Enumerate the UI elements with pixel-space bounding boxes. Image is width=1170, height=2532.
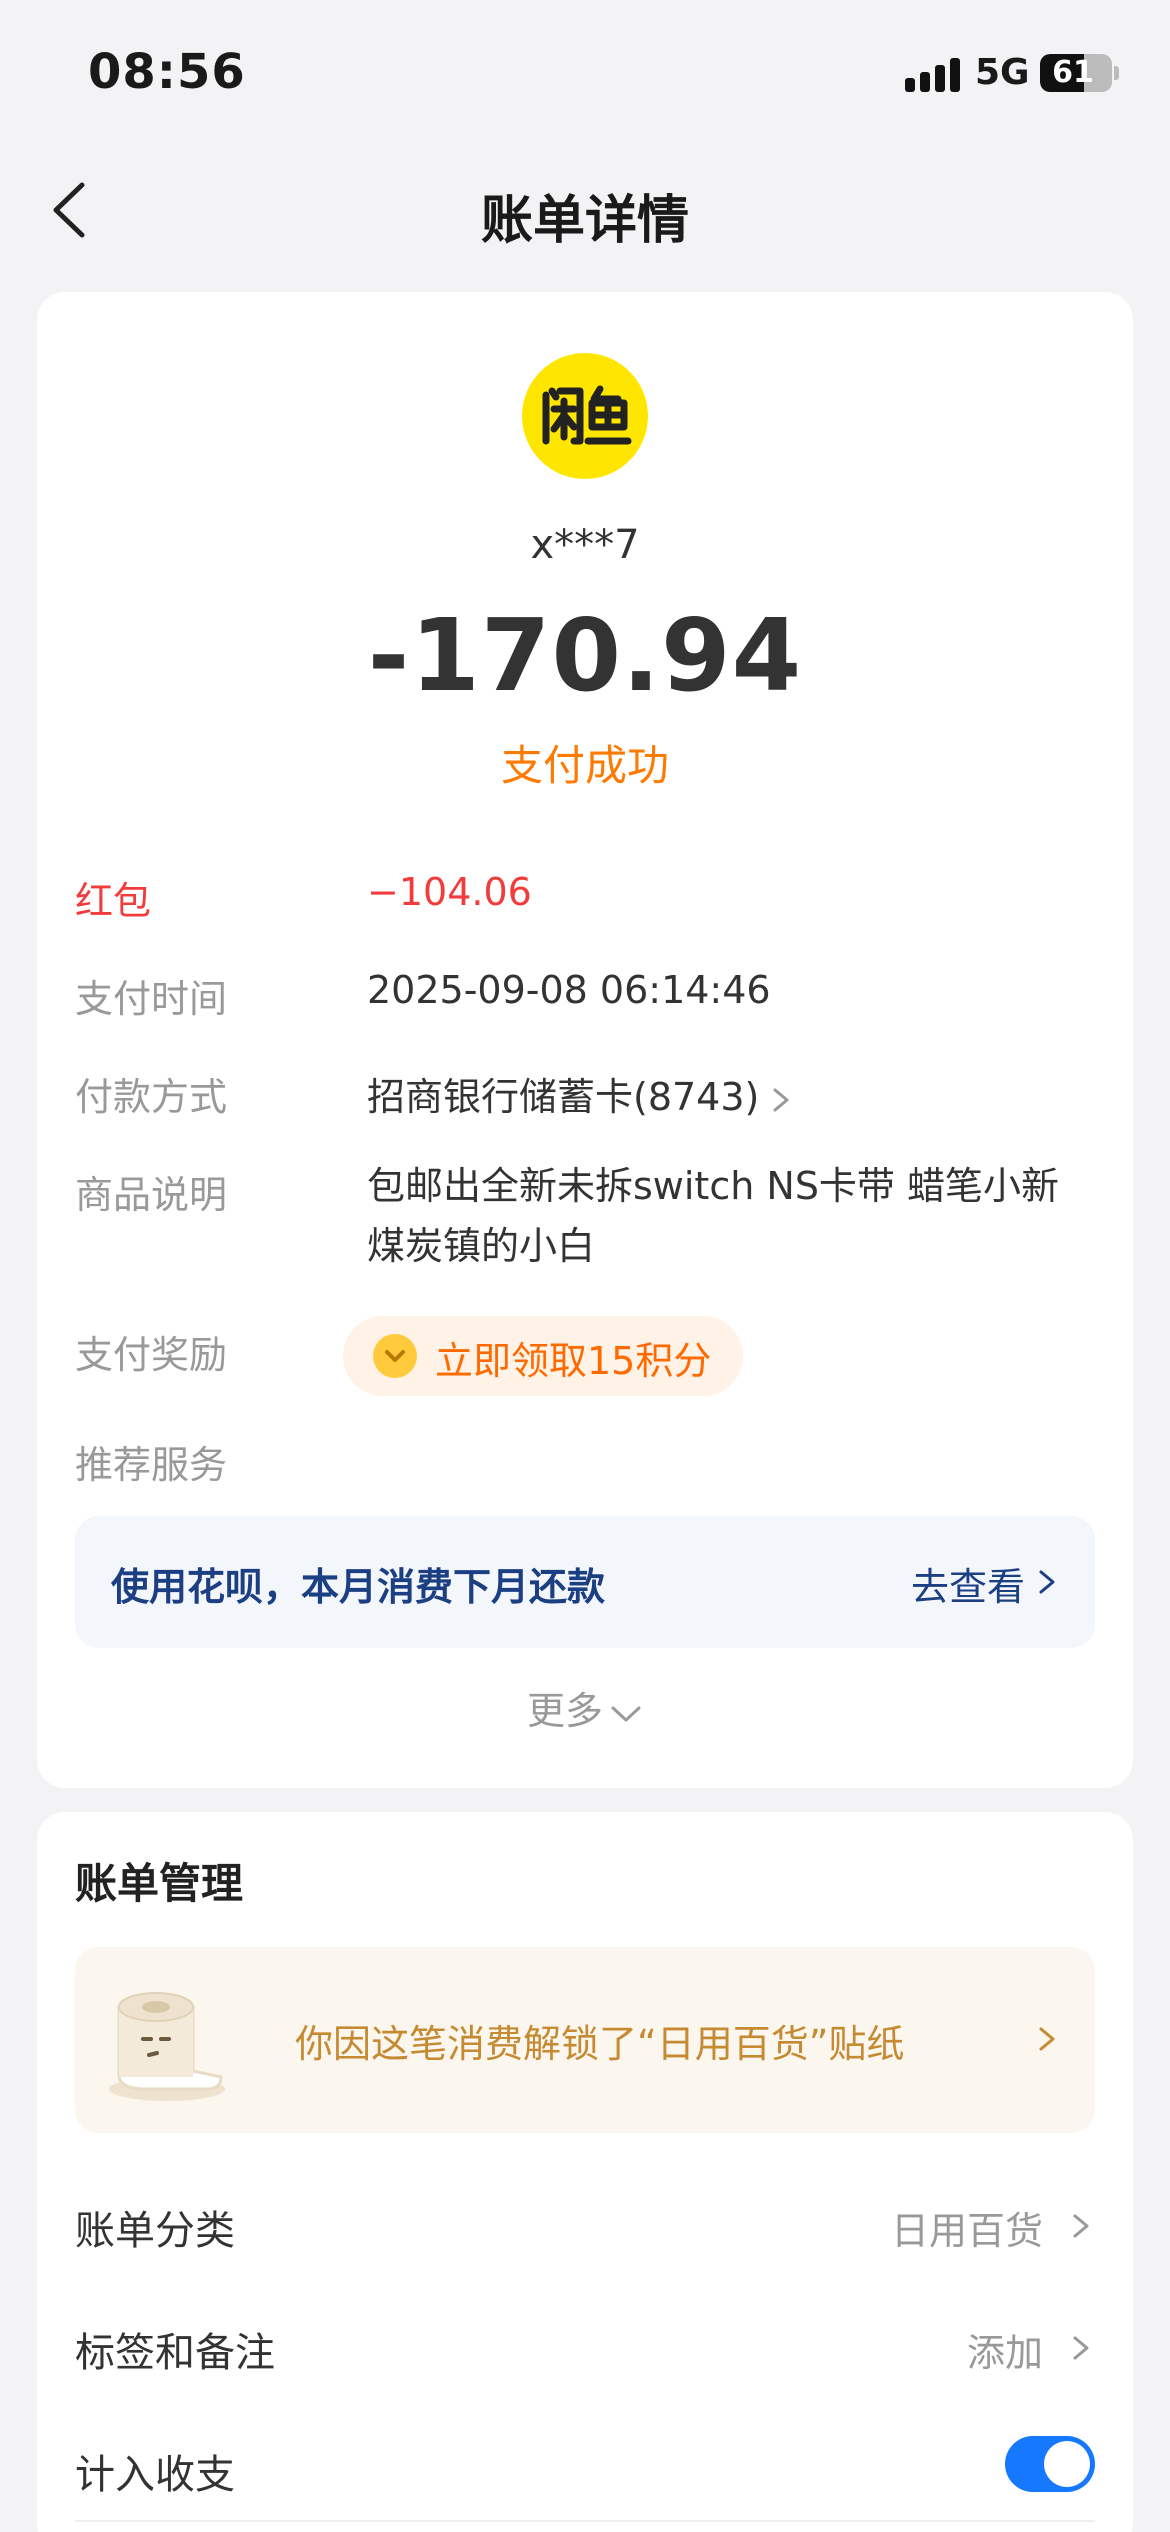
detail-value: 2025-09-08 06:14:46 — [367, 968, 771, 1012]
manage-label: 计入收支 — [75, 2452, 235, 2498]
tags-notes-row[interactable]: 标签和备注 添加 — [75, 2320, 1095, 2380]
network-label: 5G — [975, 52, 1030, 93]
status-time: 08:56 — [88, 44, 246, 100]
status-bar: 08:56 5G 61 — [0, 0, 1170, 150]
detail-value: 招商银行储蓄卡(8743) — [367, 1075, 760, 1119]
divider — [75, 2520, 1095, 2522]
payment-status: 支付成功 — [500, 741, 669, 790]
huabei-banner[interactable]: 使用花呗，本月消费下月还款 去查看 — [75, 1516, 1095, 1648]
detail-value: 包邮出全新未拆switch NS卡带 蜡笔小新 煤炭镇的小白 — [367, 1164, 1060, 1268]
include-in-budget-row: 计入收支 — [75, 2436, 1095, 2502]
claim-points-button[interactable]: 立即领取15积分 — [343, 1316, 743, 1396]
chevron-right-icon — [1039, 1570, 1055, 1594]
more-label: 更多 — [526, 1689, 603, 1733]
nav-bar: 账单详情 — [0, 150, 1170, 270]
page-title: 账单详情 — [480, 191, 689, 251]
battery-level: 61 — [1052, 55, 1094, 90]
signal-icon — [905, 56, 961, 92]
merchant-name: x***7 — [530, 522, 640, 568]
chevron-right-icon — [1073, 2336, 1089, 2360]
manage-value: 日用百货 — [890, 2209, 1043, 2253]
detail-label: 付款方式 — [75, 1075, 228, 1119]
toggle-knob — [1044, 2441, 1090, 2487]
detail-label: 支付时间 — [75, 977, 228, 1021]
reward-text: 立即领取15积分 — [435, 1339, 712, 1383]
bill-category-row[interactable]: 账单分类 日用百货 — [75, 2198, 1095, 2258]
battery-cap — [1114, 66, 1119, 80]
more-button[interactable]: 更多 — [37, 1680, 1133, 1735]
detail-label: 支付奖励 — [75, 1333, 228, 1377]
chevron-right-icon — [773, 1088, 789, 1111]
chevron-down-icon — [611, 1706, 641, 1721]
chevron-right-icon — [1039, 2027, 1055, 2051]
sticker-text: 你因这笔消费解锁了“日用百货”贴纸 — [295, 2022, 905, 2066]
battery-icon: 61 — [1040, 54, 1112, 92]
section-title: 账单管理 — [75, 1859, 244, 1908]
huabei-text: 使用花呗，本月消费下月还款 — [111, 1565, 606, 1609]
manage-label: 账单分类 — [75, 2208, 235, 2254]
bill-management-card: 账单管理 你因这笔消费解锁了“日用百货”贴纸 账单分类 日用百货 标签和备注 添… — [37, 1812, 1133, 2532]
detail-label: 商品说明 — [75, 1173, 228, 1217]
coin-icon — [373, 1334, 417, 1378]
detail-label: 红包 — [75, 879, 152, 923]
sticker-banner[interactable]: 你因这笔消费解锁了“日用百货”贴纸 — [75, 1947, 1095, 2133]
manage-label: 标签和备注 — [75, 2330, 275, 2376]
detail-label: 推荐服务 — [75, 1443, 228, 1487]
manage-value: 添加 — [966, 2331, 1043, 2375]
bill-detail-card: x***7 -170.94 支付成功 红包 −104.06 支付时间 2025-… — [37, 292, 1133, 1788]
toilet-paper-sticker-icon — [97, 1977, 237, 2107]
pay-method-value[interactable]: 招商银行储蓄卡(8743) — [367, 1066, 1087, 1121]
detail-value: −104.06 — [367, 870, 532, 914]
merchant-logo — [522, 353, 648, 479]
chevron-right-icon — [1073, 2214, 1089, 2238]
huabei-link[interactable]: 去查看 — [911, 1556, 1025, 1611]
bill-amount: -170.94 — [367, 597, 803, 714]
include-in-budget-toggle[interactable] — [1005, 2436, 1095, 2492]
